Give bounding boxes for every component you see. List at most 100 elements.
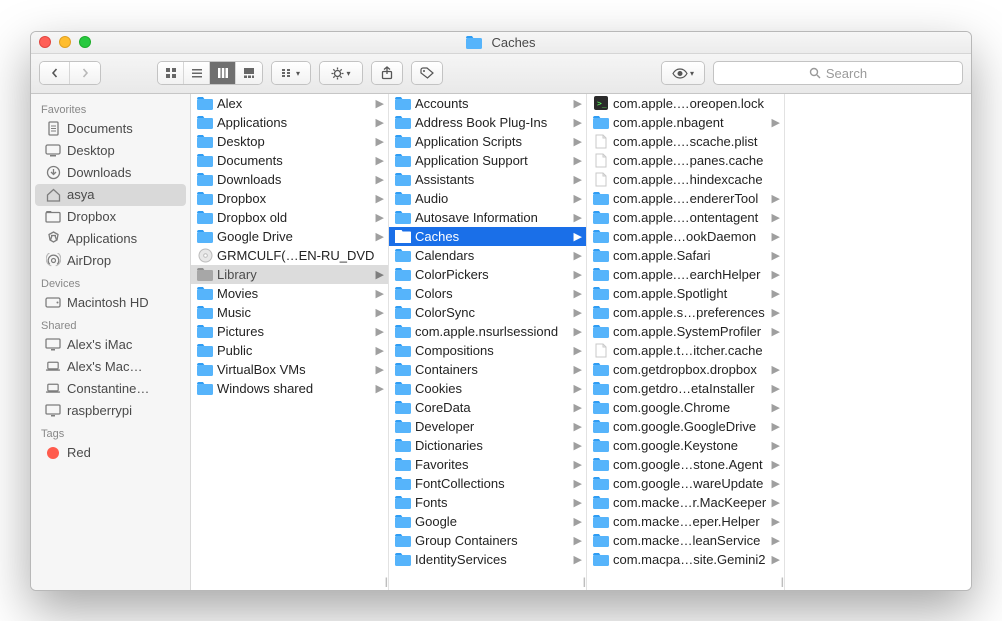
file-row[interactable]: Application Scripts▶ [389,132,586,151]
file-row[interactable]: Google▶ [389,512,586,531]
file-row[interactable]: Windows shared▶ [191,379,388,398]
sidebar-item-red[interactable]: Red [31,442,190,464]
file-row[interactable]: Movies▶ [191,284,388,303]
file-row[interactable]: Caches▶ [389,227,586,246]
file-row[interactable]: Alex▶ [191,94,388,113]
column-resize-grip[interactable]: || [781,577,782,588]
file-row[interactable]: com.macke…r.MacKeeper▶ [587,493,784,512]
sidebar-item-alex-s-mac-[interactable]: Alex's Mac… [31,356,190,378]
sidebar-item-applications[interactable]: Applications [31,228,190,250]
file-row[interactable]: Dictionaries▶ [389,436,586,455]
file-row[interactable]: Calendars▶ [389,246,586,265]
file-row[interactable]: com.macpa…site.Gemini2▶ [587,550,784,569]
file-row[interactable]: com.macke…eper.Helper▶ [587,512,784,531]
file-row[interactable]: ColorPickers▶ [389,265,586,284]
file-row[interactable]: Cookies▶ [389,379,586,398]
file-row[interactable]: Audio▶ [389,189,586,208]
file-row[interactable]: CoreData▶ [389,398,586,417]
file-row[interactable]: >_com.apple.…oreopen.lock [587,94,784,113]
file-row[interactable]: Desktop▶ [191,132,388,151]
file-row[interactable]: com.apple.SystemProfiler▶ [587,322,784,341]
file-row[interactable]: com.apple.Safari▶ [587,246,784,265]
file-name: VirtualBox VMs [217,362,373,377]
file-row[interactable]: com.apple.nsurlsessiond▶ [389,322,586,341]
sidebar-item-dropbox[interactable]: Dropbox [31,206,190,228]
file-row[interactable]: Accounts▶ [389,94,586,113]
file-row[interactable]: Library▶ [191,265,388,284]
file-row[interactable]: VirtualBox VMs▶ [191,360,388,379]
file-row[interactable]: com.apple.…scache.plist [587,132,784,151]
file-row[interactable]: Autosave Information▶ [389,208,586,227]
back-button[interactable] [40,62,70,84]
file-row[interactable]: Downloads▶ [191,170,388,189]
file-row[interactable]: Application Support▶ [389,151,586,170]
file-row[interactable]: Dropbox▶ [191,189,388,208]
file-row[interactable]: Favorites▶ [389,455,586,474]
file-row[interactable]: com.google.Keystone▶ [587,436,784,455]
sidebar-item-desktop[interactable]: Desktop [31,140,190,162]
file-row[interactable]: com.apple.Spotlight▶ [587,284,784,303]
file-row[interactable]: Colors▶ [389,284,586,303]
sidebar-item-asya[interactable]: asya [35,184,186,206]
file-row[interactable]: Music▶ [191,303,388,322]
file-row[interactable]: Pictures▶ [191,322,388,341]
sidebar-item-alex-s-imac[interactable]: Alex's iMac [31,334,190,356]
file-row[interactable]: com.apple.t…itcher.cache [587,341,784,360]
folder-icon [395,342,411,358]
file-row[interactable]: Assistants▶ [389,170,586,189]
file-row[interactable]: Containers▶ [389,360,586,379]
file-row[interactable]: com.apple.…hindexcache [587,170,784,189]
file-row[interactable]: com.apple.s…preferences▶ [587,303,784,322]
file-row[interactable]: Dropbox old▶ [191,208,388,227]
forward-button[interactable] [70,62,100,84]
minimize-button[interactable] [59,36,71,48]
file-row[interactable]: Documents▶ [191,151,388,170]
file-row[interactable]: com.apple…ookDaemon▶ [587,227,784,246]
file-row[interactable]: ColorSync▶ [389,303,586,322]
sidebar-item-macintosh-hd[interactable]: Macintosh HD [31,292,190,314]
file-row[interactable]: Google Drive▶ [191,227,388,246]
sidebar-item-downloads[interactable]: Downloads [31,162,190,184]
file-row[interactable]: Developer▶ [389,417,586,436]
share-button[interactable] [371,61,403,85]
file-row[interactable]: com.google.GoogleDrive▶ [587,417,784,436]
file-row[interactable]: com.google.Chrome▶ [587,398,784,417]
zoom-button[interactable] [79,36,91,48]
action-button[interactable]: ▾ [319,61,363,85]
file-row[interactable]: Applications▶ [191,113,388,132]
file-row[interactable]: Public▶ [191,341,388,360]
quicklook-button[interactable]: ▾ [661,61,705,85]
chevron-right-icon: ▶ [772,268,780,281]
sidebar-item-airdrop[interactable]: AirDrop [31,250,190,272]
file-row[interactable]: com.getdro…etaInstaller▶ [587,379,784,398]
file-row[interactable]: IdentityServices▶ [389,550,586,569]
file-row[interactable]: Group Containers▶ [389,531,586,550]
file-row[interactable]: com.apple.…earchHelper▶ [587,265,784,284]
file-row[interactable]: Address Book Plug-Ins▶ [389,113,586,132]
tags-button[interactable] [411,61,443,85]
view-gallery-button[interactable] [236,62,262,84]
file-row[interactable]: com.getdropbox.dropbox▶ [587,360,784,379]
file-row[interactable]: com.apple.…endererTool▶ [587,189,784,208]
arrange-button[interactable]: ▾ [271,61,311,85]
sidebar-item-constantine-[interactable]: Constantine… [31,378,190,400]
sidebar-item-documents[interactable]: Documents [31,118,190,140]
file-row[interactable]: FontCollections▶ [389,474,586,493]
file-row[interactable]: com.google…stone.Agent▶ [587,455,784,474]
view-icon-button[interactable] [158,62,184,84]
file-row[interactable]: Compositions▶ [389,341,586,360]
column-resize-grip[interactable]: || [385,577,386,588]
file-row[interactable]: GRMCULF(…EN-RU_DVD [191,246,388,265]
close-button[interactable] [39,36,51,48]
file-row[interactable]: com.google…wareUpdate▶ [587,474,784,493]
file-row[interactable]: com.macke…leanService▶ [587,531,784,550]
file-row[interactable]: com.apple.…panes.cache [587,151,784,170]
search-input[interactable]: Search [713,61,963,85]
view-column-button[interactable] [210,62,236,84]
view-list-button[interactable] [184,62,210,84]
file-row[interactable]: Fonts▶ [389,493,586,512]
column-resize-grip[interactable]: || [583,577,584,588]
file-row[interactable]: com.apple.nbagent▶ [587,113,784,132]
file-row[interactable]: com.apple.…ontentagent▶ [587,208,784,227]
sidebar-item-raspberrypi[interactable]: raspberrypi [31,400,190,422]
